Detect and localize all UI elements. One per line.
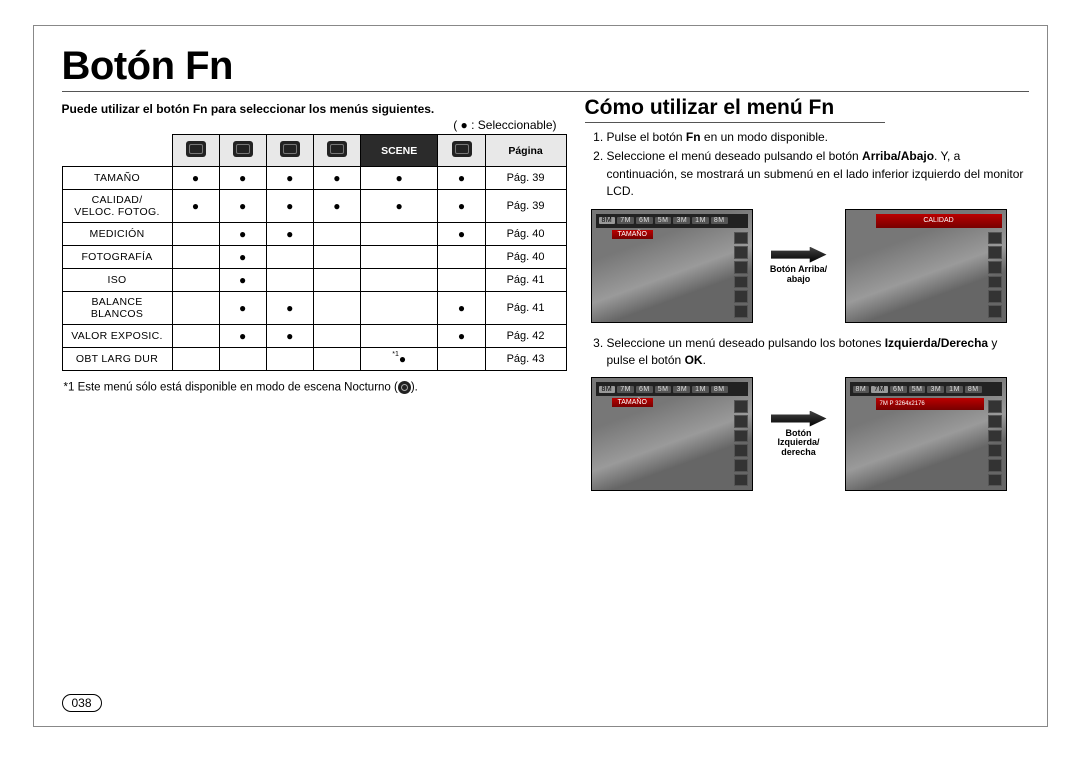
- table-row: FOTOGRAFÍA●Pág. 40: [62, 246, 566, 269]
- col-mode-icon: [266, 135, 313, 167]
- col-mode-icon: [172, 135, 219, 167]
- fn-table: SCENE Página TAMAÑO●●●●●●Pág. 39 CALIDAD…: [62, 134, 567, 371]
- camera-icon: [186, 141, 206, 157]
- table-row: ISO●Pág. 41: [62, 269, 566, 292]
- footnote: *1 Este menú sólo está disponible en mod…: [64, 381, 567, 394]
- table-row: CALIDAD/ VELOC. FOTOG.●●●●●●Pág. 39: [62, 190, 566, 223]
- col-page: Página: [485, 135, 566, 167]
- table-row: TAMAÑO●●●●●●Pág. 39: [62, 167, 566, 190]
- col-mode-icon: [313, 135, 360, 167]
- night-mode-icon: [398, 381, 411, 394]
- step-2: Seleccione el menú deseado pulsando el b…: [607, 148, 1029, 200]
- table-corner: [62, 135, 172, 167]
- page-title: Botón Fn: [62, 44, 1029, 92]
- lcd-screen: 8M 7M 6M 5M 3M 1M 8M TAMAÑO: [591, 209, 753, 323]
- intro-text: Puede utilizar el botón Fn para seleccio…: [62, 102, 567, 116]
- lcd-screen: 8M CALIDAD: [845, 209, 1007, 323]
- table-row: OBT LARG DUR*1*1●●Pág. 43: [62, 348, 566, 371]
- calidad-label: CALIDAD: [876, 214, 1002, 228]
- table-row: BALANCE BLANCOS●●●Pág. 41: [62, 292, 566, 325]
- col-scene: SCENE: [360, 135, 438, 167]
- screens-row-2: 8M 7M 6M 5M 3M 1M 8M TAMAÑO Botón Izquie…: [591, 377, 1029, 491]
- resolution-label: 7M P 3264x2176: [876, 398, 984, 410]
- camera-icon: [233, 141, 253, 157]
- col-mode-icon: [438, 135, 485, 167]
- arrow-leftright: Botón Izquierda/ derecha: [753, 411, 845, 459]
- arrow-icon: [771, 247, 827, 263]
- arrow-updown: Botón Arriba/ abajo: [753, 247, 845, 285]
- video-icon: [452, 141, 472, 157]
- subhead: Cómo utilizar el menú Fn: [585, 96, 885, 123]
- selectable-hint: ( ● : Seleccionable): [62, 118, 557, 132]
- table-row: MEDICIÓN●●●Pág. 40: [62, 223, 566, 246]
- col-mode-icon: [219, 135, 266, 167]
- tamano-label: TAMAÑO: [612, 398, 653, 407]
- screens-row-1: 8M 7M 6M 5M 3M 1M 8M TAMAÑO Botón Arriba…: [591, 209, 1029, 323]
- hand-icon: [280, 141, 300, 157]
- lcd-screen: 8M 7M 6M 5M 3M 1M 8M 7M P 3264x2176: [845, 377, 1007, 491]
- tamano-label: TAMAÑO: [612, 230, 653, 239]
- page-number: 038: [62, 694, 102, 712]
- arrow-icon: [771, 411, 827, 427]
- table-row: VALOR EXPOSIC.●●●Pág. 42: [62, 325, 566, 348]
- step-1: Pulse el botón Fn en un modo disponible.: [607, 129, 1029, 146]
- step-3: Seleccione un menú deseado pulsando los …: [607, 335, 1029, 370]
- portrait-icon: [327, 141, 347, 157]
- lcd-screen: 8M 7M 6M 5M 3M 1M 8M TAMAÑO: [591, 377, 753, 491]
